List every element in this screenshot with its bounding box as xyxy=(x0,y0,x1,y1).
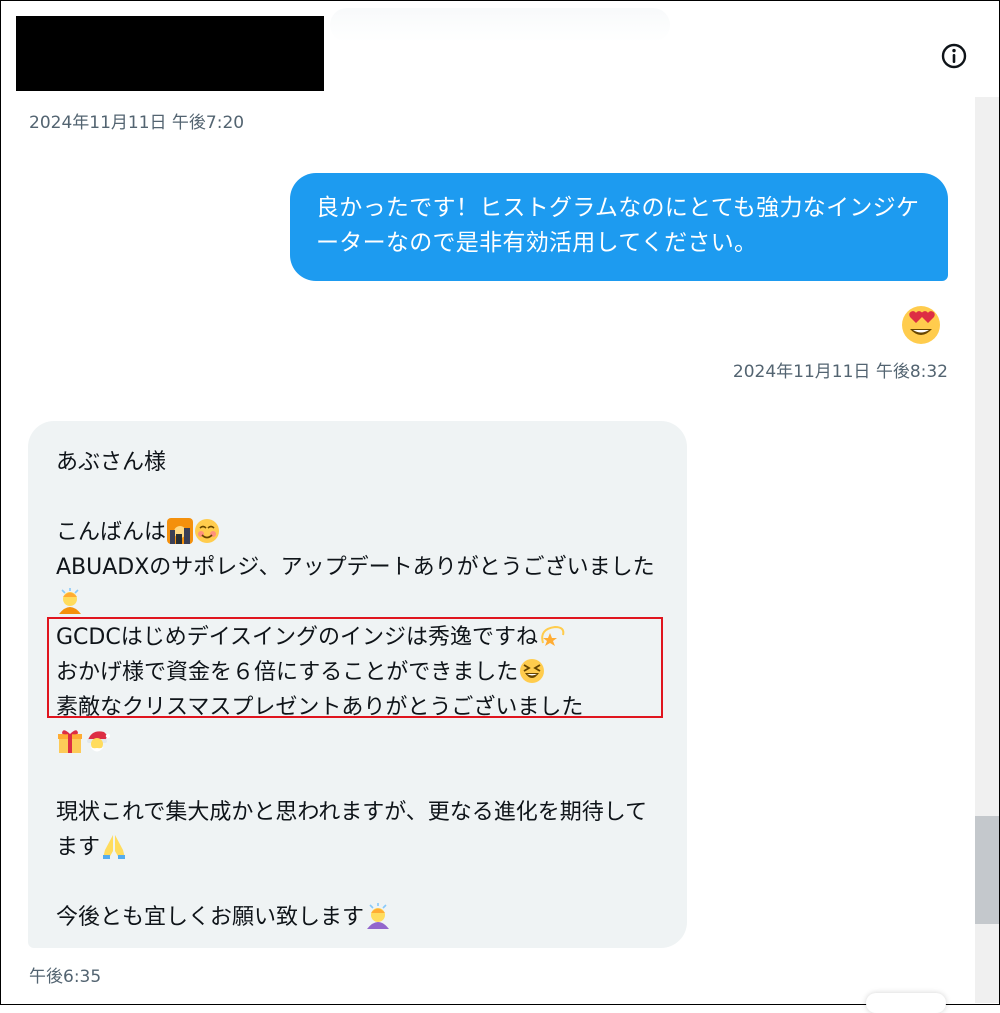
message-line: 現状これで集大成かと思われますが、更なる進化を期待してます xyxy=(56,795,659,865)
folded-hands-icon xyxy=(103,835,126,859)
message-line: ABUADXのサポレジ、アップデートありがとうございました xyxy=(56,550,659,620)
timestamp-third: 午後6:35 xyxy=(29,967,102,987)
message-text: ABUADXのサポレジ、アップデートありがとうございました xyxy=(56,555,655,580)
message-line xyxy=(56,725,659,760)
scrollbar-thumb[interactable] xyxy=(975,816,999,924)
city-dusk-icon xyxy=(167,518,194,544)
outgoing-message-text: 良かったです！ヒストグラムなのにとても強力なインジケーターなので是非有効活用して… xyxy=(316,195,920,256)
scroll-down-button[interactable] xyxy=(866,993,946,1013)
bowing-person-icon xyxy=(59,588,81,614)
top-fade xyxy=(330,8,670,42)
timestamp-first: 2024年11月11日 午後7:20 xyxy=(29,113,245,133)
info-icon[interactable] xyxy=(939,41,969,71)
message-text: こんばんは xyxy=(56,520,167,545)
message-line: 今後とも宜しくお願い致します xyxy=(56,900,659,935)
santa-icon xyxy=(87,731,110,752)
outgoing-message-bubble[interactable]: 良かったです！ヒストグラムなのにとても強力なインジケーターなので是非有効活用して… xyxy=(290,173,948,281)
message-line: こんばんは xyxy=(56,515,659,550)
redacted-name-block xyxy=(16,16,324,91)
message-text: 今後とも宜しくお願い致します xyxy=(56,905,365,930)
timestamp-second: 2024年11月11日 午後8:32 xyxy=(732,362,948,382)
smiling-face-icon xyxy=(195,519,220,543)
greeting-line: あぶさん様 xyxy=(56,450,167,475)
message-text: 現状これで集大成かと思われますが、更なる進化を期待してます xyxy=(56,800,648,860)
highlight-box xyxy=(47,617,663,718)
heart-eyes-emoji-icon[interactable] xyxy=(898,300,944,346)
bowing-person-icon xyxy=(367,903,390,929)
gift-icon xyxy=(58,730,82,753)
